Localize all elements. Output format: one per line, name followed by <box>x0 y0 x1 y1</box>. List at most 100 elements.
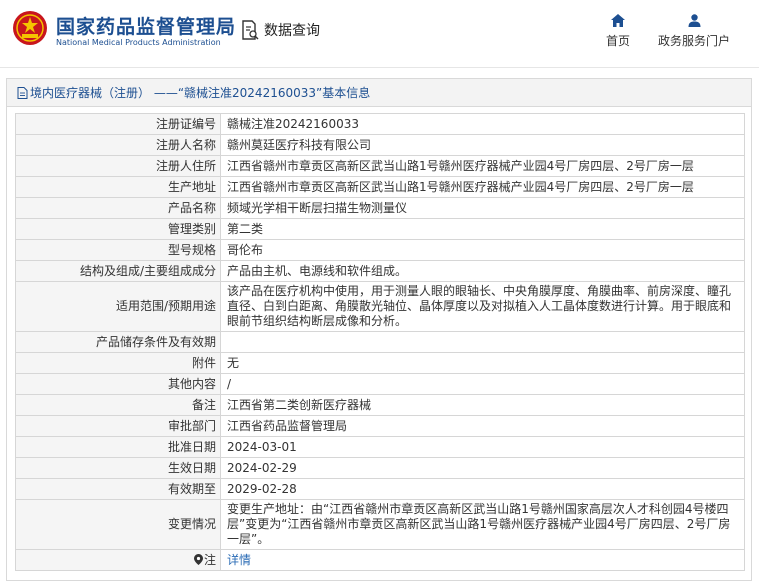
row-value: 哥伦布 <box>220 239 745 261</box>
row-value-text: 2024-03-01 <box>227 439 297 454</box>
row-value: 该产品在医疗机构中使用，用于测量人眼的眼轴长、中央角膜厚度、角膜曲率、前房深度、… <box>220 281 745 332</box>
document-icon <box>17 86 28 99</box>
row-label: 注 <box>15 549 221 571</box>
row-label: 型号规格 <box>15 239 221 261</box>
row-label: 管理类别 <box>15 218 221 240</box>
nav-service-label: 政务服务门户 <box>657 34 730 48</box>
table-row: 备注 江西省第二类创新医疗器械 <box>15 394 745 416</box>
row-value: / <box>220 373 745 395</box>
table-row: 结构及组成/主要组成成分 产品由主机、电源线和软件组成。 <box>15 260 745 282</box>
row-label-text: 有效期至 <box>167 481 216 496</box>
row-label: 注册人住所 <box>15 155 221 177</box>
row-value-text: 产品由主机、电源线和软件组成。 <box>227 263 408 278</box>
detail-table: 注册证编号 赣械注准20242160033 注册人名称 赣州莫廷医疗科技有限公司 注册人… <box>15 113 745 571</box>
row-label: 生效日期 <box>15 457 221 479</box>
row-value: 产品由主机、电源线和软件组成。 <box>220 260 745 282</box>
row-label-text: 其他内容 <box>167 376 216 391</box>
row-value-text: 江西省赣州市章贡区高新区武当山路1号赣州医疗器械产业园4号厂房四层、2号厂房一层 <box>227 179 694 194</box>
details-link[interactable]: 详情 <box>227 553 251 567</box>
row-label-text: 注册人名称 <box>155 137 216 152</box>
row-value: 2024-03-01 <box>220 436 745 458</box>
table-row: 变更情况 变更生产地址：由“江西省赣州市章贡区高新区武当山路1号赣州国家高层次人才… <box>15 499 745 550</box>
table-row: 附件无 <box>15 352 745 374</box>
table-row: 型号规格 哥伦布 <box>15 239 745 261</box>
row-value-text: 2024-02-29 <box>227 460 297 475</box>
row-value: 江西省赣州市章贡区高新区武当山路1号赣州医疗器械产业园4号厂房四层、2号厂房一层 <box>220 155 745 177</box>
row-label-text: 生效日期 <box>167 460 216 475</box>
row-label: 注册证编号 <box>15 113 221 135</box>
row-label: 其他内容 <box>15 373 221 395</box>
row-value-text: 频域光学相干断层扫描生物测量仪 <box>227 200 408 215</box>
row-label: 批准日期 <box>15 436 221 458</box>
data-query-label: 数据查询 <box>264 23 320 39</box>
row-label-text: 注 <box>203 552 216 567</box>
nav-service-portal[interactable]: 政务服务门户 <box>654 14 734 49</box>
document-search-icon <box>242 20 259 40</box>
row-value: 无 <box>220 352 745 374</box>
row-label: 备注 <box>15 394 221 416</box>
row-label-text: 注册证编号 <box>155 116 216 131</box>
row-label: 产品名称 <box>15 197 221 219</box>
row-value: 2029-02-28 <box>220 478 745 500</box>
row-value: 详情 <box>220 549 745 571</box>
row-label-text: 结构及组成/主要组成成分 <box>79 263 216 278</box>
row-label-text: 适用范围/预期用途 <box>115 299 216 313</box>
table-row: 生效日期 2024-02-29 <box>15 457 745 479</box>
table-row: 产品储存条件及有效期 <box>15 331 745 353</box>
row-value-text: 赣州莫廷医疗科技有限公司 <box>227 137 372 152</box>
row-value-text: 该产品在医疗机构中使用，用于测量人眼的眼轴长、中央角膜厚度、角膜曲率、前房深度、… <box>227 284 732 328</box>
row-value-text: 江西省药品监督管理局 <box>227 418 348 433</box>
row-value-text: 江西省第二类创新医疗器械 <box>227 397 372 412</box>
row-label-text: 注册人住所 <box>155 158 216 173</box>
nav-home[interactable]: 首页 <box>602 14 634 49</box>
row-label: 适用范围/预期用途 <box>15 281 221 332</box>
table-row: 批准日期 2024-03-01 <box>15 436 745 458</box>
row-value-text: 无 <box>227 355 240 370</box>
home-icon <box>611 14 625 27</box>
row-label-text: 产品名称 <box>167 200 216 215</box>
row-label-text: 变更情况 <box>167 517 216 531</box>
row-value: 江西省药品监督管理局 <box>220 415 745 437</box>
table-row: 产品名称 频域光学相干断层扫描生物测量仪 <box>15 197 745 219</box>
row-value: 江西省赣州市章贡区高新区武当山路1号赣州医疗器械产业园4号厂房四层、2号厂房一层 <box>220 176 745 198</box>
row-value-text: 江西省赣州市章贡区高新区武当山路1号赣州医疗器械产业园4号厂房四层、2号厂房一层 <box>227 158 694 173</box>
row-value: 第二类 <box>220 218 745 240</box>
row-label-text: 管理类别 <box>167 221 216 236</box>
table-row: 有效期至 2029-02-28 <box>15 478 745 500</box>
row-value: 频域光学相干断层扫描生物测量仪 <box>220 197 745 219</box>
site-title: 国家药品监督管理局 <box>56 16 237 38</box>
user-icon <box>688 14 700 27</box>
table-row: 注详情 <box>15 549 745 571</box>
nmpa-emblem-icon <box>13 11 47 45</box>
row-label: 审批部门 <box>15 415 221 437</box>
row-value: 赣州莫廷医疗科技有限公司 <box>220 134 745 156</box>
table-row: 注册证编号 赣械注准20242160033 <box>15 113 745 135</box>
data-query-link[interactable]: 数据查询 <box>240 18 320 42</box>
row-label: 变更情况 <box>15 499 221 550</box>
row-value-text: 2029-02-28 <box>227 481 297 496</box>
row-label: 生产地址 <box>15 176 221 198</box>
row-label-text: 生产地址 <box>167 179 216 194</box>
table-row: 其他内容 / <box>15 373 745 395</box>
row-value-text: 变更生产地址：由“江西省赣州市章贡区高新区武当山路1号赣州国家高层次人才科创园4… <box>227 502 731 546</box>
row-label-text: 产品储存条件及有效期 <box>95 334 216 349</box>
row-label: 附件 <box>15 352 221 374</box>
nav-home-label: 首页 <box>605 34 630 48</box>
site-header: 国家药品监督管理局 National Medical Products Admi… <box>0 0 759 68</box>
row-label-text: 型号规格 <box>167 242 216 257</box>
row-label: 结构及组成/主要组成成分 <box>15 260 221 282</box>
row-value: 赣械注准20242160033 <box>220 113 745 135</box>
table-row: 生产地址 江西省赣州市章贡区高新区武当山路1号赣州医疗器械产业园4号厂房四层、2号… <box>15 176 745 198</box>
table-row: 注册人住所 江西省赣州市章贡区高新区武当山路1号赣州医疗器械产业园4号厂房四层、2… <box>15 155 745 177</box>
row-label: 有效期至 <box>15 478 221 500</box>
row-value: 变更生产地址：由“江西省赣州市章贡区高新区武当山路1号赣州国家高层次人才科创园4… <box>220 499 745 550</box>
row-label-text: 备注 <box>191 397 216 412</box>
table-row: 管理类别 第二类 <box>15 218 745 240</box>
row-label-text: 附件 <box>191 355 216 370</box>
row-value <box>220 331 745 353</box>
row-label: 产品储存条件及有效期 <box>15 331 221 353</box>
location-pin-icon <box>193 553 203 565</box>
row-value-text: / <box>227 376 232 391</box>
row-label: 注册人名称 <box>15 134 221 156</box>
row-value: 江西省第二类创新医疗器械 <box>220 394 745 416</box>
